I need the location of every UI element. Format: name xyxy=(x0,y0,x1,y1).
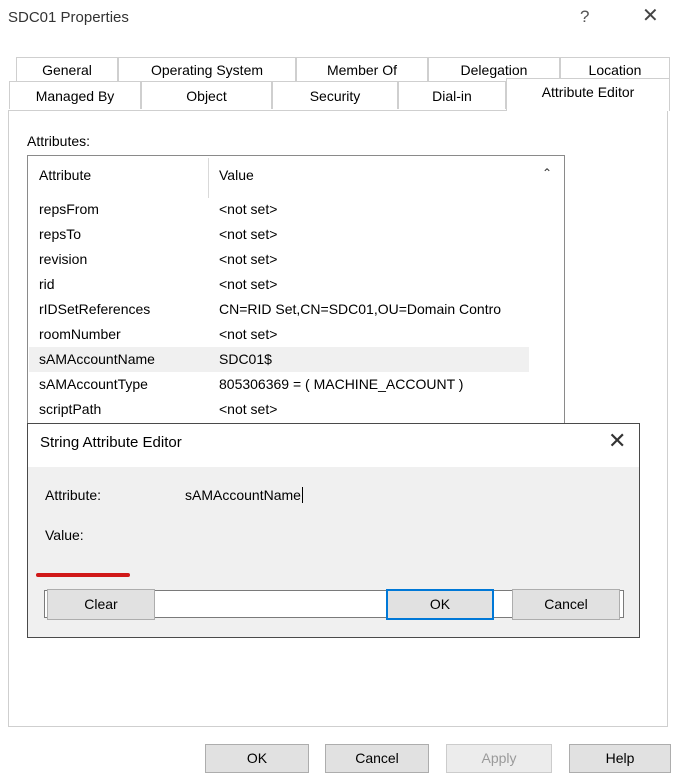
dialog-close-icon[interactable]: ✕ xyxy=(608,428,626,454)
cancel-button[interactable]: Cancel xyxy=(325,744,429,773)
scroll-up-icon[interactable]: ⌃ xyxy=(542,166,552,180)
list-item[interactable]: rid <not set> xyxy=(29,272,529,297)
tab-dial-in[interactable]: Dial-in xyxy=(398,81,506,109)
tab-operating-system[interactable]: Operating System xyxy=(118,57,296,81)
list-item[interactable]: revision <not set> xyxy=(29,247,529,272)
attribute-value: <not set> xyxy=(219,401,278,417)
attribute-name: roomNumber xyxy=(39,326,121,342)
tab-member-of[interactable]: Member Of xyxy=(296,57,428,81)
column-divider[interactable] xyxy=(208,158,209,198)
window-title: SDC01 Properties xyxy=(8,9,129,26)
list-item[interactable]: scriptPath <not set> xyxy=(29,397,529,422)
attribute-name-value: sAMAccountName xyxy=(185,487,303,503)
attribute-value: <not set> xyxy=(219,201,278,217)
attribute-value: SDC01$ xyxy=(219,351,272,367)
tab-attribute-editor[interactable]: Attribute Editor xyxy=(506,78,670,111)
tab-object[interactable]: Object xyxy=(141,81,272,109)
attribute-value: <not set> xyxy=(219,276,278,292)
column-header-attribute[interactable]: Attribute xyxy=(39,167,91,183)
tab-security[interactable]: Security xyxy=(272,81,398,109)
attribute-name: scriptPath xyxy=(39,401,102,417)
dialog-title: String Attribute Editor xyxy=(40,434,182,451)
tab-general[interactable]: General xyxy=(16,57,118,81)
highlight-underline xyxy=(36,573,130,577)
attribute-name: repsTo xyxy=(39,226,82,242)
attribute-label: Attribute: xyxy=(45,487,102,503)
list-item-selected[interactable]: sAMAccountName SDC01$ xyxy=(29,347,529,372)
attribute-value: <not set> xyxy=(219,251,278,267)
attribute-name: sAMAccountType xyxy=(39,376,148,392)
list-item[interactable]: repsFrom <not set> xyxy=(29,197,529,222)
list-item[interactable]: repsTo <not set> xyxy=(29,222,529,247)
apply-button[interactable]: Apply xyxy=(446,744,552,773)
close-icon[interactable]: ✕ xyxy=(642,5,659,27)
editor-cancel-button[interactable]: Cancel xyxy=(512,589,620,620)
list-item[interactable]: sAMAccountType 805306369 = ( MACHINE_ACC… xyxy=(29,372,529,397)
column-header-value[interactable]: Value xyxy=(219,167,254,183)
help-icon[interactable]: ? xyxy=(580,7,589,27)
attribute-value: <not set> xyxy=(219,326,278,342)
attribute-name: rid xyxy=(39,276,55,292)
list-item[interactable]: roomNumber <not set> xyxy=(29,322,529,347)
attribute-name: repsFrom xyxy=(39,201,99,217)
attribute-value: <not set> xyxy=(219,226,278,242)
clear-button[interactable]: Clear xyxy=(47,589,155,620)
help-button[interactable]: Help xyxy=(569,744,671,773)
attribute-name: revision xyxy=(39,251,88,267)
attribute-name: sAMAccountName xyxy=(39,351,155,367)
tab-managed-by[interactable]: Managed By xyxy=(9,81,141,109)
ok-button[interactable]: OK xyxy=(205,744,309,773)
attribute-value: CN=RID Set,CN=SDC01,OU=Domain Contro xyxy=(219,301,502,317)
attributes-label: Attributes: xyxy=(27,133,91,149)
attribute-value: 805306369 = ( MACHINE_ACCOUNT ) xyxy=(219,376,464,392)
list-item[interactable]: rIDSetReferences CN=RID Set,CN=SDC01,OU=… xyxy=(29,297,529,322)
attribute-name: rIDSetReferences xyxy=(39,301,151,317)
attributes-list[interactable]: Attribute Value ⌃ repsFrom <not set> rep… xyxy=(27,155,565,425)
value-label: Value: xyxy=(45,527,84,543)
editor-ok-button[interactable]: OK xyxy=(386,589,494,620)
